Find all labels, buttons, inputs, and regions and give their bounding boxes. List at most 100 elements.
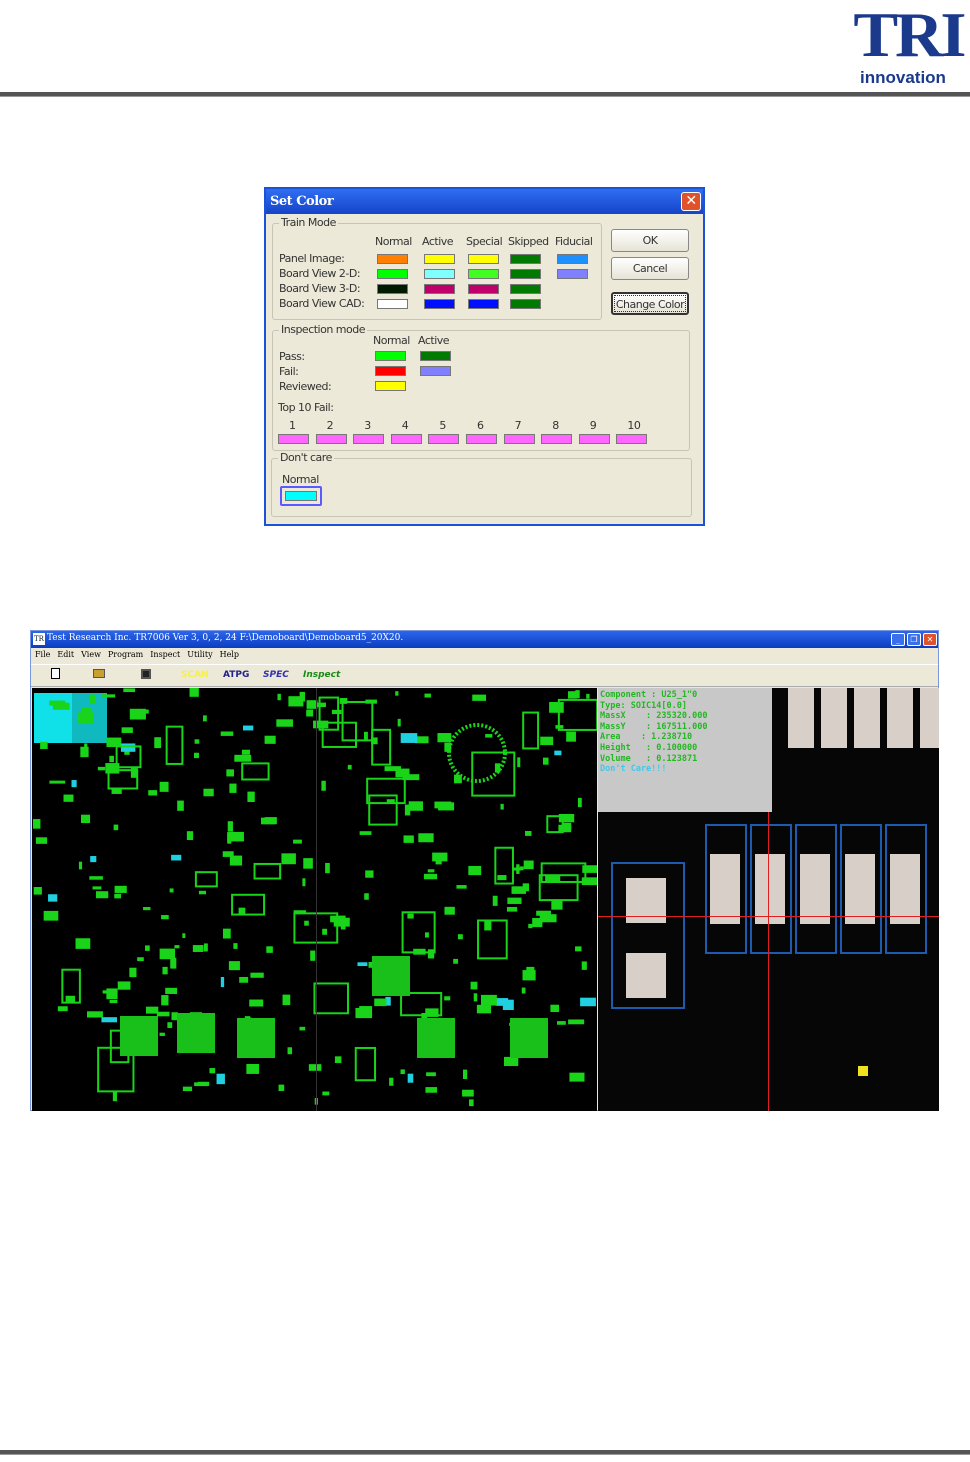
board-view-2d[interactable]: [32, 688, 597, 1111]
pad: [549, 701, 564, 713]
close-icon[interactable]: ✕: [923, 633, 937, 646]
color-swatch[interactable]: [375, 351, 406, 361]
ok-button[interactable]: OK: [611, 229, 689, 252]
pad: [227, 821, 233, 832]
color-swatch[interactable]: [424, 284, 455, 294]
top10-color-swatch[interactable]: [315, 434, 347, 444]
pad: [310, 950, 316, 961]
dialog-title-bar: Set Color: [266, 189, 703, 214]
top10-number: 8: [552, 419, 559, 432]
color-swatch[interactable]: [377, 254, 408, 264]
dont-care-swatch-selected[interactable]: [280, 486, 322, 506]
color-swatch[interactable]: [424, 299, 455, 309]
color-swatch[interactable]: [510, 299, 541, 309]
pad: [146, 1006, 159, 1014]
top10-color-swatch[interactable]: [278, 434, 309, 444]
new-file-icon[interactable]: [51, 668, 60, 679]
close-icon[interactable]: ✕: [681, 192, 701, 211]
pad: [239, 976, 249, 983]
menu-edit[interactable]: Edit: [57, 650, 74, 659]
inspect-button[interactable]: Inspect: [303, 670, 340, 680]
top10-number: 10: [627, 419, 641, 432]
top10-color-swatch[interactable]: [428, 434, 460, 444]
top10-color-swatch[interactable]: [390, 434, 422, 444]
minimize-icon[interactable]: _: [891, 633, 905, 646]
pad: [528, 923, 533, 929]
pad: [321, 780, 326, 791]
pad: [227, 831, 244, 842]
save-icon[interactable]: [141, 669, 151, 679]
top10-color-swatch[interactable]: [541, 434, 573, 444]
pad: [325, 862, 330, 874]
pad: [424, 693, 431, 698]
menu-help[interactable]: Help: [220, 650, 239, 659]
color-swatch[interactable]: [420, 366, 451, 376]
top10-number: 6: [477, 419, 484, 432]
cancel-button[interactable]: Cancel: [611, 257, 689, 280]
pad: [511, 886, 527, 894]
color-swatch[interactable]: [468, 254, 499, 264]
pad: [540, 736, 554, 746]
component-outline: [371, 728, 392, 766]
color-swatch[interactable]: [557, 254, 588, 264]
color-swatch[interactable]: [377, 284, 408, 294]
maximize-icon[interactable]: ❐: [907, 633, 921, 646]
top10-color-swatch[interactable]: [466, 434, 497, 444]
pad: [418, 833, 434, 843]
menu-utility[interactable]: Utility: [187, 650, 212, 659]
pad: [167, 1022, 173, 1028]
pad: [278, 1084, 285, 1091]
color-swatch[interactable]: [424, 269, 455, 279]
pad: [84, 743, 88, 753]
pad: [203, 715, 207, 722]
color-swatch[interactable]: [375, 366, 406, 376]
menu-program[interactable]: Program: [108, 650, 143, 659]
pad: [532, 917, 543, 928]
info-line: MassX : 235320.000: [600, 711, 708, 722]
color-swatch[interactable]: [510, 254, 541, 264]
pad: [334, 1056, 342, 1063]
top10-color-swatch[interactable]: [503, 434, 535, 444]
pad: [106, 988, 118, 1000]
spec-button[interactable]: SPEC: [263, 670, 289, 680]
component-outline: [165, 725, 184, 765]
pad: [111, 788, 122, 794]
pad: [568, 1019, 585, 1025]
color-swatch[interactable]: [424, 254, 455, 264]
open-folder-icon[interactable]: [93, 669, 105, 678]
color-swatch[interactable]: [377, 269, 408, 279]
top10-color-swatch[interactable]: [616, 434, 648, 444]
camera-view[interactable]: Component : U25_1"0 Type: SOIC14[0.0] Mass…: [598, 688, 939, 1111]
color-swatch[interactable]: [468, 269, 499, 279]
color-swatch[interactable]: [557, 269, 588, 279]
top10-color-swatch[interactable]: [353, 434, 385, 444]
pad: [506, 907, 518, 912]
scan-button[interactable]: SCAN: [181, 670, 209, 680]
pad: [507, 897, 522, 904]
color-swatch[interactable]: [420, 351, 451, 361]
footer-divider: [0, 1450, 970, 1455]
menu-inspect[interactable]: Inspect: [150, 650, 180, 659]
pad: [129, 967, 137, 978]
menu-view[interactable]: View: [81, 650, 101, 659]
color-swatch[interactable]: [510, 269, 541, 279]
top10-color-swatch[interactable]: [578, 434, 610, 444]
pad: [241, 749, 250, 755]
color-swatch[interactable]: [375, 381, 406, 391]
pad: [435, 858, 442, 865]
pad: [203, 943, 208, 952]
color-swatch[interactable]: [468, 284, 499, 294]
pad: [407, 1073, 414, 1083]
pad: [137, 957, 144, 962]
color-swatch[interactable]: [377, 299, 408, 309]
app-title-bar: TR Test Research Inc. TR7006 Ver 3, 0, 2…: [31, 631, 938, 648]
color-swatch[interactable]: [510, 284, 541, 294]
pad: [462, 1089, 474, 1097]
menu-file[interactable]: File: [35, 650, 50, 659]
bga-block: [237, 1018, 275, 1058]
change-color-button[interactable]: Change Color: [611, 292, 689, 315]
atpg-button[interactable]: ATPG: [223, 670, 249, 680]
color-swatch[interactable]: [468, 299, 499, 309]
pad: [287, 1047, 293, 1055]
pad: [577, 797, 582, 808]
